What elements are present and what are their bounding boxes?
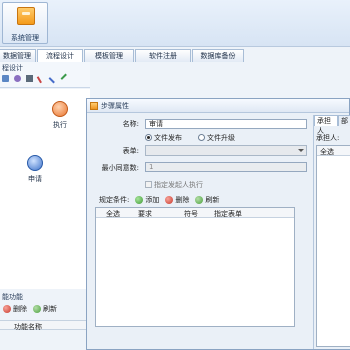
conditions-table-header: 全选 要求 符号 指定表单 bbox=[96, 208, 294, 218]
checkbox-label: 指定发起人执行 bbox=[154, 181, 203, 189]
apply-node-label: 申请 bbox=[28, 175, 42, 183]
ribbon: 系统管理 bbox=[0, 0, 350, 47]
workflow-canvas[interactable]: 执行 申请 bbox=[0, 89, 90, 289]
conditions-toolbar: 规定条件: 添加 删除 刷新 bbox=[99, 195, 219, 205]
tab-department[interactable]: 部 bbox=[338, 115, 350, 126]
dialog-icon bbox=[90, 102, 98, 110]
function-actions: 删除 刷新 bbox=[3, 304, 57, 314]
assignee-tabs: 承担人 部 bbox=[314, 115, 350, 135]
system-management-label: 系统管理 bbox=[11, 34, 39, 42]
workflow-node-execute[interactable]: 执行 bbox=[48, 101, 72, 130]
add-label: 添加 bbox=[145, 196, 160, 204]
column-select-all[interactable]: 全选 bbox=[106, 209, 120, 219]
main-tabs: 数据管理 流程设计 模板管理 软件注册 数据库备份 bbox=[0, 49, 350, 62]
assignee-list[interactable]: 全选 bbox=[316, 145, 350, 347]
line-green-icon[interactable] bbox=[60, 73, 71, 84]
toolbar-icons bbox=[2, 73, 71, 84]
step-properties-dialog: 步骤属性 名称: 审请 文件发布 文件升级 表单: 最小同意数: 1 指定发起人… bbox=[86, 98, 350, 350]
function-name-column: 功能名称 bbox=[14, 323, 42, 331]
refresh-icon bbox=[195, 196, 204, 204]
form-select[interactable] bbox=[145, 145, 307, 156]
tab-database-backup[interactable]: 数据库备份 bbox=[192, 49, 244, 62]
add-icon bbox=[135, 196, 144, 204]
tab-assignee[interactable]: 承担人 bbox=[314, 115, 338, 135]
radio-unchecked-icon bbox=[198, 134, 205, 141]
assignee-list-header: 全选 bbox=[317, 146, 350, 156]
delete-icon bbox=[165, 196, 174, 204]
radio-publish-label: 文件发布 bbox=[154, 134, 182, 142]
column-designated-form: 指定表单 bbox=[214, 210, 242, 218]
radio-checked-icon bbox=[145, 134, 152, 141]
conditions-label: 规定条件: bbox=[99, 196, 130, 204]
function-panel: 能功能 删除 刷新 功能名称 bbox=[0, 290, 90, 350]
function-grid-header: 功能名称 bbox=[0, 320, 90, 331]
delete-function-button[interactable]: 删除 bbox=[3, 304, 27, 314]
checkbox-box bbox=[145, 181, 152, 188]
delete-icon bbox=[3, 305, 11, 313]
system-management-button[interactable]: 系统管理 bbox=[2, 2, 48, 44]
refresh-label: 刷新 bbox=[43, 305, 57, 313]
name-input[interactable]: 审请 bbox=[145, 119, 307, 129]
execute-node-label: 执行 bbox=[53, 121, 67, 129]
refresh-function-button[interactable]: 刷新 bbox=[33, 304, 57, 314]
radio-file-upgrade[interactable]: 文件升级 bbox=[198, 133, 235, 143]
designer-toolbar: 程设计 bbox=[0, 62, 90, 88]
workflow-node-apply[interactable]: 申请 bbox=[23, 155, 47, 184]
conditions-table[interactable]: 全选 要求 符号 指定表单 bbox=[95, 207, 295, 327]
delete-condition-button[interactable]: 删除 bbox=[165, 195, 189, 205]
designate-initiator-checkbox[interactable]: 指定发起人执行 bbox=[145, 180, 203, 190]
tab-template-management[interactable]: 模板管理 bbox=[84, 49, 134, 62]
chevron-down-icon bbox=[297, 147, 305, 154]
dialog-title: 步骤属性 bbox=[101, 102, 129, 110]
system-management-icon bbox=[17, 7, 35, 25]
radio-upgrade-label: 文件升级 bbox=[207, 134, 235, 142]
assignee-panel: 承担人 部 承担人: 全选 bbox=[313, 115, 350, 349]
refresh-label: 刷新 bbox=[205, 196, 220, 204]
breadcrumb: 程设计 bbox=[2, 64, 23, 72]
name-label: 名称: bbox=[122, 120, 139, 128]
tab-workflow-design[interactable]: 流程设计 bbox=[37, 49, 83, 62]
refresh-icon bbox=[33, 305, 41, 313]
add-condition-button[interactable]: 添加 bbox=[135, 195, 159, 205]
execute-node-icon bbox=[52, 101, 68, 117]
column-symbol: 符号 bbox=[184, 210, 198, 218]
refresh-conditions-button[interactable]: 刷新 bbox=[195, 195, 219, 205]
assignee-label: 承担人: bbox=[316, 134, 340, 142]
print-icon[interactable] bbox=[26, 75, 33, 82]
tab-data-management[interactable]: 数据管理 bbox=[0, 49, 36, 62]
apply-node-icon bbox=[27, 155, 43, 171]
assignee-select-all[interactable]: 全选 bbox=[320, 147, 334, 157]
delete-label: 删除 bbox=[13, 305, 27, 313]
save-icon[interactable] bbox=[2, 75, 9, 82]
dialog-titlebar[interactable]: 步骤属性 bbox=[87, 99, 349, 113]
radio-file-publish[interactable]: 文件发布 bbox=[145, 133, 182, 143]
delete-label: 删除 bbox=[175, 196, 190, 204]
min-approvals-label: 最小同意数: bbox=[101, 164, 139, 172]
function-panel-title: 能功能 bbox=[2, 293, 23, 301]
form-label: 表单: bbox=[122, 147, 139, 155]
line-red-icon[interactable] bbox=[36, 73, 47, 84]
user-icon[interactable] bbox=[14, 75, 21, 82]
tab-software-registration[interactable]: 软件注册 bbox=[135, 49, 191, 62]
min-approvals-input[interactable]: 1 bbox=[145, 162, 307, 172]
column-requirement: 要求 bbox=[138, 210, 152, 218]
line-blue-icon[interactable] bbox=[48, 73, 59, 84]
